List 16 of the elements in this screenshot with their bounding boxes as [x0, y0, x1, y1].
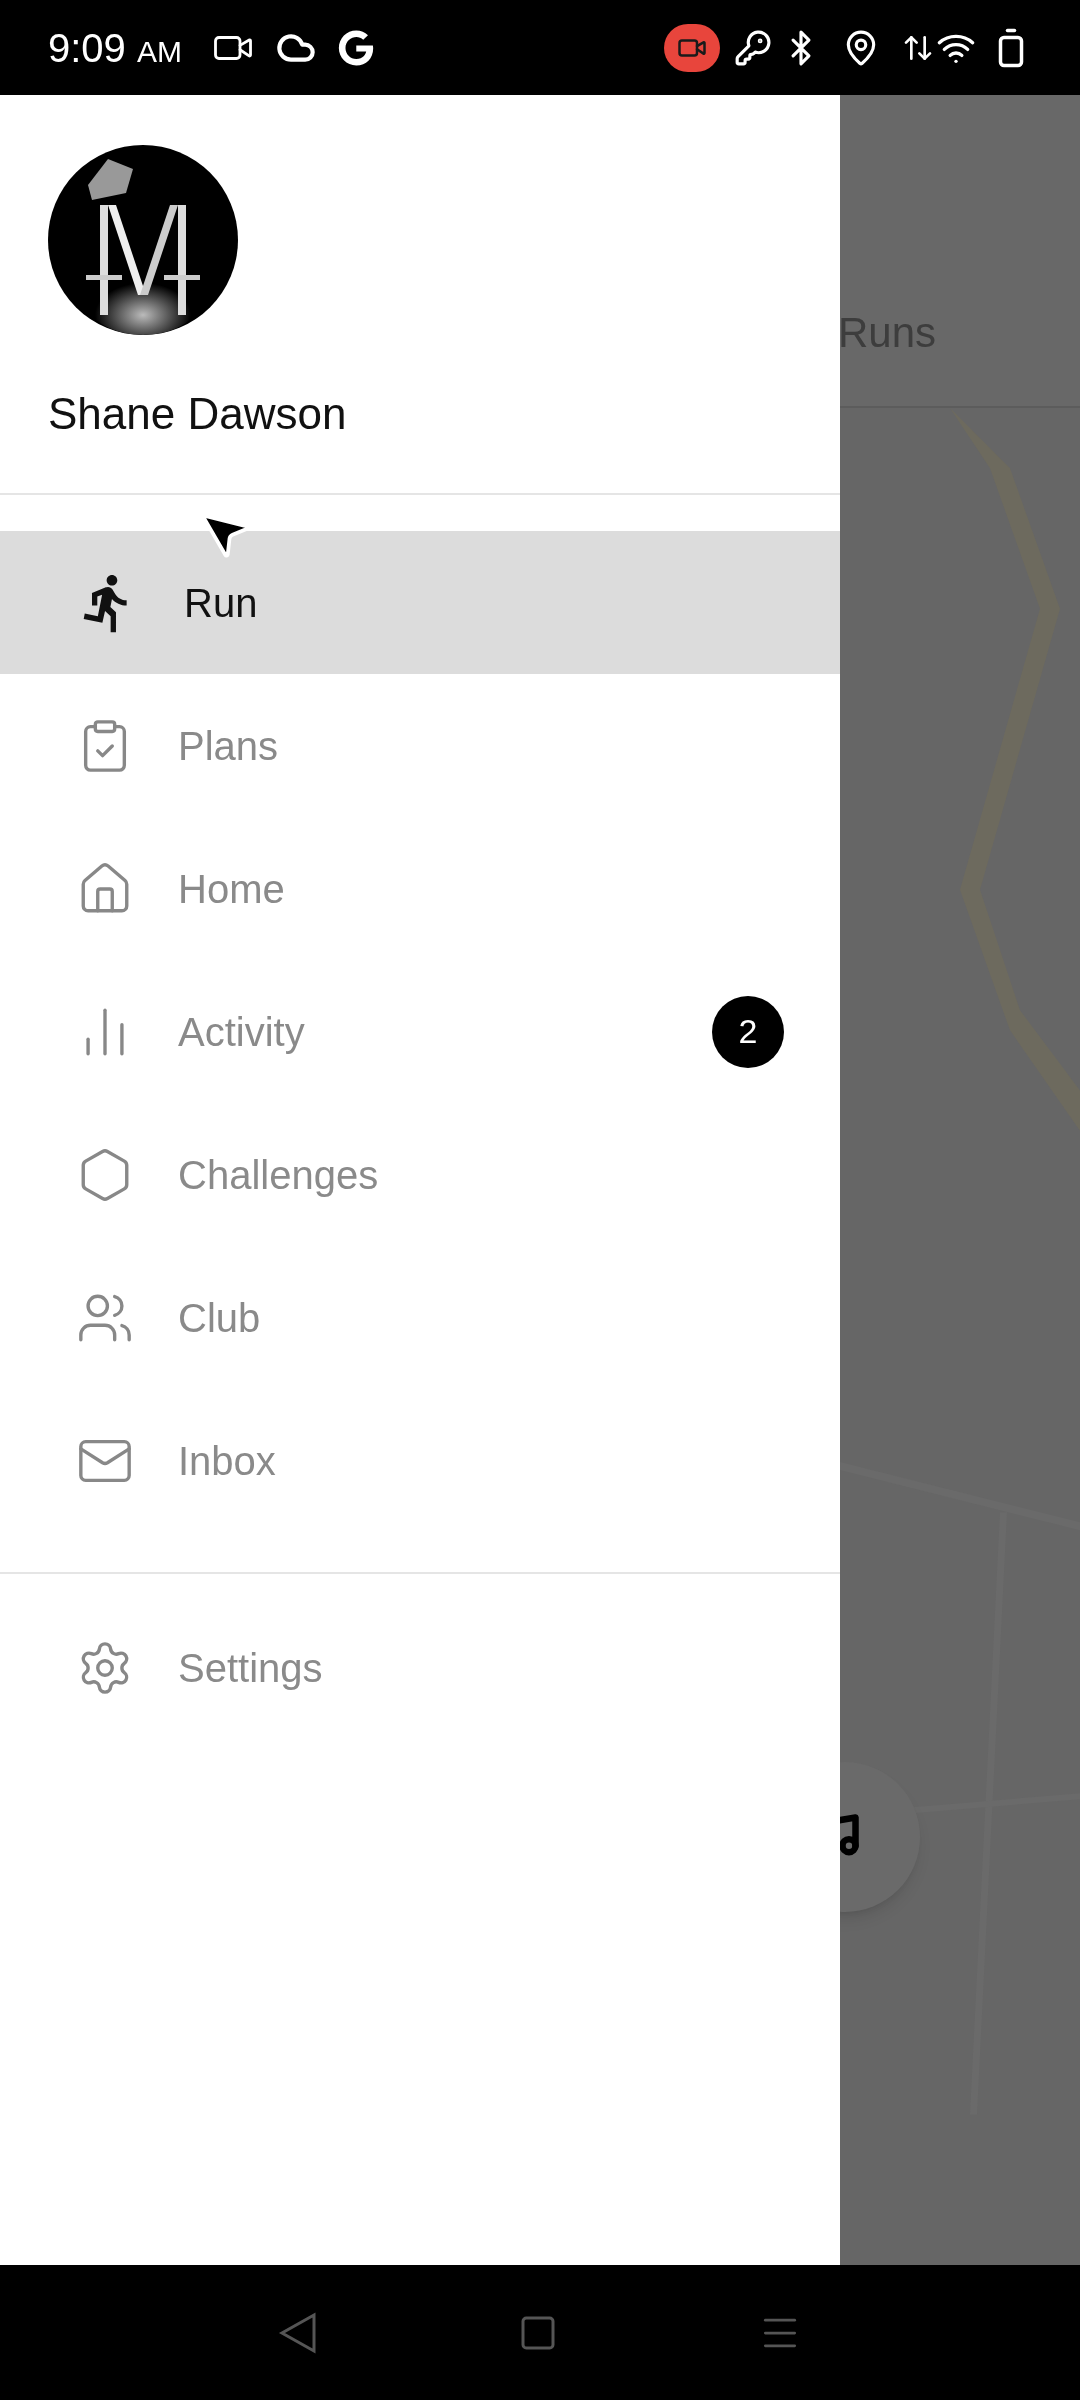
menu-label: Inbox [178, 1437, 276, 1485]
menu-label: Club [178, 1294, 261, 1342]
screen-record-icon [664, 23, 720, 72]
menu-label: Challenges [178, 1151, 379, 1199]
profile-name: Shane Dawson [48, 388, 348, 440]
drawer-menu-item[interactable]: Run [0, 531, 840, 674]
menu-label: Activity [178, 1008, 305, 1056]
menu-label: Home [178, 865, 285, 913]
menu-label: Run [184, 579, 258, 627]
key-icon [734, 28, 772, 67]
count-badge: 2 [712, 995, 784, 1068]
google-g-icon [338, 29, 374, 66]
menu-label: Settings [178, 1644, 323, 1692]
clock: 9:09 AM [48, 24, 182, 72]
back-icon[interactable] [278, 2310, 318, 2355]
menu-label: Plans [178, 722, 279, 770]
